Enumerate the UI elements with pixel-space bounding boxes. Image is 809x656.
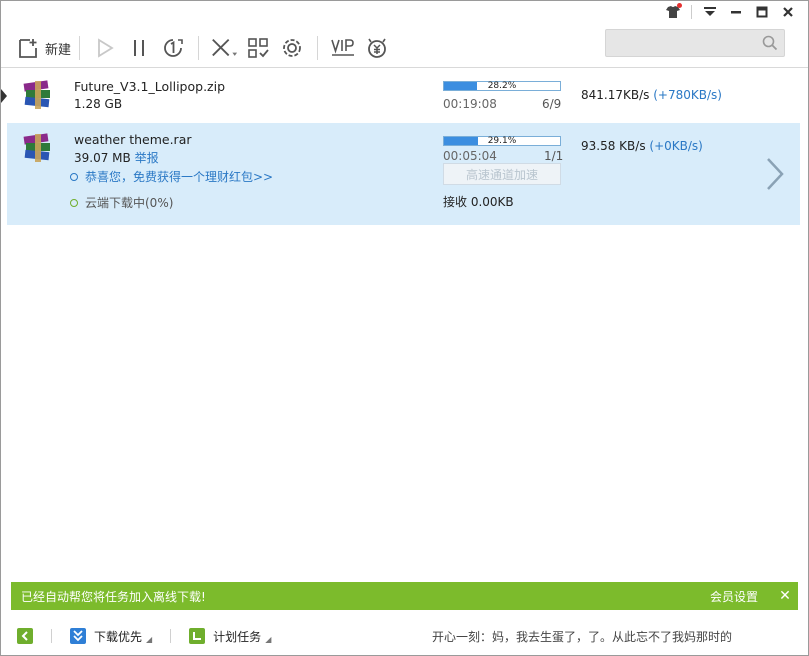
progress-percent: 29.1%: [487, 136, 517, 146]
progress-percent: 28.2%: [487, 81, 517, 91]
member-settings-link[interactable]: 会员设置: [710, 588, 758, 605]
cloud-status: 云端下载中(0%): [70, 194, 173, 211]
pause-icon: [134, 40, 145, 56]
toolbar-divider: [79, 36, 81, 60]
vip-button[interactable]: [329, 33, 357, 63]
promo-link[interactable]: 恭喜您，免费获得一个理财红包>>: [70, 168, 273, 185]
notice-close-icon[interactable]: ✕: [776, 588, 794, 604]
window-controls: [661, 3, 800, 21]
pause-button[interactable]: [125, 33, 153, 63]
download-speed: 93.58 KB/s (+0KB/s): [581, 139, 703, 153]
downloader-window: 新建 Future_V3.1_Lollipop.zip 1.28 GB 28.2…: [0, 0, 809, 656]
received-amount: 接收 0.00KB: [443, 195, 514, 209]
elapsed-time: 00:05:04: [443, 149, 497, 163]
offline-download-notice: 已经自动帮您将任务加入离线下载! 会员设置 ✕: [11, 582, 798, 610]
notification-dot: [677, 3, 682, 8]
scheduled-task-button[interactable]: 计划任务: [213, 628, 261, 645]
download-priority-button[interactable]: 下载优先: [94, 628, 142, 645]
play-icon: [98, 38, 114, 58]
dropdown-caret-icon[interactable]: ◢: [146, 635, 152, 644]
notice-message: 已经自动帮您将任务加入离线下载!: [21, 589, 206, 604]
start-button[interactable]: [91, 33, 119, 63]
file-size-line: 39.07 MB 举报: [74, 149, 159, 166]
speed-boost: (+0KB/s): [649, 139, 703, 153]
search-input[interactable]: [612, 34, 756, 50]
chevron-left-icon: [21, 631, 28, 641]
file-size: 1.28 GB: [74, 97, 123, 111]
minimize-icon[interactable]: [724, 3, 748, 21]
delete-icon: [212, 38, 238, 57]
piece-count: 6/9: [542, 97, 562, 111]
maximize-icon[interactable]: [750, 3, 774, 21]
delete-button[interactable]: [210, 33, 238, 63]
download-priority-icon: [70, 628, 86, 644]
status-divider: [51, 629, 52, 643]
toolbar-divider: [198, 36, 200, 60]
menu-icon[interactable]: [698, 3, 722, 21]
settings-button[interactable]: [278, 33, 306, 63]
yuan-icon: [368, 38, 386, 58]
gear-icon: [283, 39, 301, 57]
speed-value: 93.58 KB/s: [581, 139, 646, 153]
new-file-icon: [19, 39, 37, 58]
app-center-button[interactable]: [244, 33, 272, 63]
finance-button[interactable]: [363, 33, 391, 63]
download-row-selected[interactable]: weather theme.rar 39.07 MB 举报 恭喜您，免费获得一个…: [7, 123, 800, 225]
new-task-label: 新建: [45, 42, 72, 58]
progress-bar: 28.2%: [443, 81, 561, 91]
high-speed-accelerate-button[interactable]: 高速通道加速: [443, 163, 561, 185]
back-button[interactable]: [17, 628, 33, 644]
winrar-file-icon: [23, 80, 50, 109]
elapsed-time: 00:19:08: [443, 97, 497, 111]
search-icon[interactable]: [762, 35, 778, 51]
ring-icon: [70, 198, 78, 207]
download-speed: 841.17KB/s (+780KB/s): [581, 88, 722, 102]
close-icon[interactable]: [776, 3, 800, 21]
vip-icon: [331, 39, 355, 56]
single-task-icon: [164, 39, 183, 57]
piece-count: 1/1: [544, 149, 564, 163]
speed-value: 841.17KB/s: [581, 88, 650, 102]
ring-icon: [70, 172, 78, 181]
status-divider: [170, 629, 172, 643]
skin-icon[interactable]: [661, 3, 685, 21]
report-link[interactable]: 举报: [135, 151, 159, 165]
promo-text: 恭喜您，免费获得一个理财红包>>: [85, 170, 274, 184]
file-name: weather theme.rar: [74, 132, 192, 147]
one-task-mode-button[interactable]: [159, 33, 187, 63]
dropdown-caret-icon[interactable]: ◢: [265, 635, 271, 644]
chevron-right-icon[interactable]: [764, 156, 786, 192]
download-row[interactable]: Future_V3.1_Lollipop.zip 1.28 GB 28.2% 0…: [7, 68, 800, 123]
toolbar-divider: [317, 36, 319, 60]
file-name: Future_V3.1_Lollipop.zip: [74, 79, 226, 94]
cloud-status-text: 云端下载中(0%): [85, 196, 174, 210]
new-task-button[interactable]: 新建: [17, 33, 71, 63]
speed-boost: (+780KB/s): [653, 88, 722, 102]
file-size: 39.07 MB: [74, 151, 131, 165]
joke-ticker[interactable]: 开心一刻：妈，我去生蛋了，了。从此忘不了我妈那时的: [432, 628, 732, 645]
winrar-file-icon: [23, 133, 50, 162]
search-box[interactable]: [605, 29, 785, 57]
status-bar: 下载优先 ◢ 计划任务 ◢ 开心一刻：妈，我去生蛋了，了。从此忘不了我妈那时的: [1, 621, 808, 651]
progress-bar: 29.1%: [443, 136, 561, 146]
grid-icon: [248, 38, 269, 58]
schedule-icon: [189, 628, 206, 644]
divider: [691, 5, 692, 19]
